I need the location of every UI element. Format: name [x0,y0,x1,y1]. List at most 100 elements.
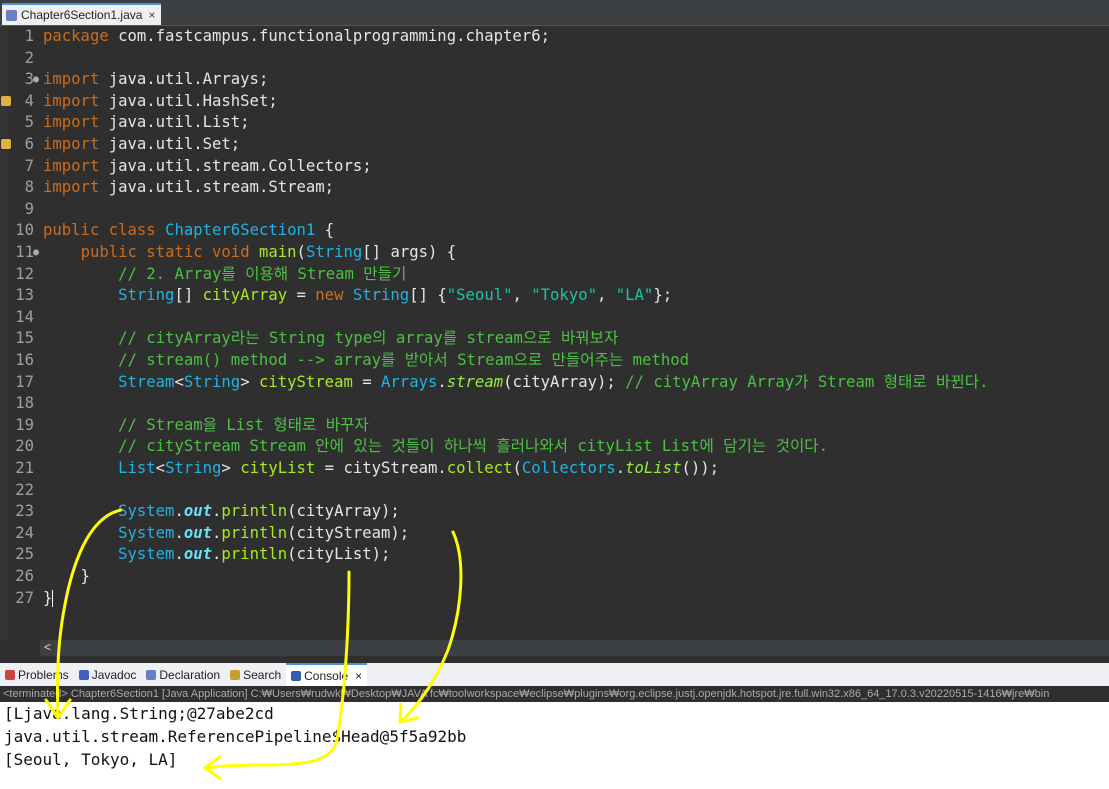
code-line[interactable]: 2 [0,48,1109,70]
line-number: 6 [24,135,34,153]
code-line[interactable]: 20 // cityStream Stream 안에 있는 것들이 하나씩 흘러… [0,436,1109,458]
code-token: = [287,286,316,305]
close-icon[interactable]: × [355,669,362,683]
code-token: java.util.stream.Collectors; [99,156,372,175]
code-line[interactable]: 3 ● import java.util.Arrays; [0,69,1109,91]
scroll-left-icon[interactable]: < [44,640,51,654]
code-token: System [118,545,175,564]
code-token: println [221,545,288,564]
code-token: String [118,286,175,305]
code-line[interactable]: 17 Stream<String> cityStream = Arrays.st… [0,372,1109,394]
code-line[interactable]: 16 // stream() method --> array를 받아서 Str… [0,350,1109,372]
code-token: String [165,459,222,477]
code-text: // cityArray라는 String type의 array를 strea… [43,328,618,350]
line-number: 14 [15,307,34,326]
code-line[interactable]: 1 package com.fastcampus.functionalprogra… [0,26,1109,48]
code-line[interactable]: 24 System.out.println(cityStream); [0,523,1109,545]
code-token: (cityList); [287,545,391,564]
code-line[interactable]: 15 // cityArray라는 String type의 array를 st… [0,328,1109,350]
code-line[interactable]: 12 // 2. Array를 이용해 Stream 만들기 [0,264,1109,286]
tab-console[interactable]: Console × [286,663,368,686]
code-token: java.util.stream.Stream; [99,178,335,197]
code-token: String [305,243,363,261]
tab-javadoc[interactable]: Javadoc [74,663,142,686]
code-token: . [615,459,626,477]
code-token: java.util.Arrays; [99,70,269,89]
code-text: import java.util.Set; [43,134,240,156]
tab-label: Search [243,667,282,682]
line-number: 7 [24,156,34,175]
line-number: 20 [15,437,34,456]
line-number: 15 [15,329,34,348]
code-token: println [221,502,288,521]
line-number: 9 [24,199,34,218]
code-token: cityList [240,459,316,477]
code-token: . [174,545,184,564]
code-editor[interactable]: 1 package com.fastcampus.functionalprogra… [0,26,1109,640]
tab-search[interactable]: Search [225,663,286,686]
code-token: Collectors [521,459,616,477]
code-token: (cityStream); [287,523,410,542]
code-line[interactable]: 9 [0,199,1109,221]
close-icon[interactable]: × [148,8,155,22]
code-token: void [212,243,250,261]
line-number: 8 [24,178,34,197]
code-line[interactable]: 23 System.out.println(cityArray); [0,501,1109,523]
code-line[interactable]: 21 List<String> cityList = cityStream.co… [0,458,1109,480]
warning-icon[interactable] [1,95,11,106]
code-line[interactable]: 6 import java.util.Set; [0,134,1109,156]
code-line[interactable]: 4 import java.util.HashSet; [0,91,1109,113]
code-line[interactable]: 5 import java.util.List; [0,112,1109,134]
code-token: // stream() method --> array를 받아서 Stream… [118,351,690,369]
horizontal-scrollbar[interactable]: < [40,640,1109,656]
code-line[interactable]: 7 import java.util.stream.Collectors; [0,156,1109,178]
tab-problems[interactable]: Problems [0,663,74,686]
editor-tab-chapter6section1[interactable]: Chapter6Section1.java × [2,3,162,25]
code-token: out [183,523,213,542]
code-line[interactable]: 22 [0,480,1109,502]
code-line[interactable]: 11 ● public static void main(String[] arg… [0,242,1109,264]
code-token: // cityArray라는 String type의 array를 strea… [118,329,619,348]
code-token: java.util.List; [99,113,250,132]
code-line[interactable]: 27} [0,588,1109,610]
code-token: = [352,372,382,391]
fold-toggle-icon[interactable]: ● [33,69,39,91]
code-token: import [43,113,100,132]
code-token: import [43,135,100,153]
code-token: cityStream [258,372,353,391]
code-token: "Tokyo" [531,286,597,305]
console-output[interactable]: [Ljava.lang.String;@27abe2cd java.util.st… [0,702,1109,789]
line-number: 19 [15,415,34,434]
code-line[interactable]: 8 import java.util.stream.Stream; [0,177,1109,199]
code-text: Stream<String> cityStream = Arrays.strea… [43,372,988,394]
code-token: import [43,70,100,89]
code-token: new [315,286,344,305]
code-token: Stream [118,372,175,391]
console-line: [Seoul, Tokyo, LA] [4,750,178,769]
warning-icon[interactable] [1,139,11,149]
bottom-panel-tabs: Problems Javadoc Declaration Search Console × [0,663,1109,686]
code-line[interactable]: 13 String[] cityArray = new String[] {"S… [0,285,1109,307]
code-line[interactable]: 25 System.out.println(cityList); [0,544,1109,566]
console-line: java.util.stream.ReferencePipeline$Head@… [4,727,467,746]
line-number: 18 [15,394,34,413]
code-text: String[] cityArray = new String[] {"Seou… [43,285,672,307]
line-number: 22 [15,480,34,499]
code-line[interactable]: 19 // Stream을 List 형태로 바꾸자 [0,415,1109,437]
code-line[interactable]: 26 } [0,566,1109,588]
fold-toggle-icon[interactable]: ● [33,242,39,264]
code-token: println [221,523,288,542]
code-token: . [212,545,222,564]
code-line[interactable]: 18 [0,393,1109,415]
code-line[interactable]: 14 [0,307,1109,329]
tab-declaration[interactable]: Declaration [141,663,225,686]
code-token: (cityArray); [287,502,400,521]
code-line[interactable]: 10 public class Chapter6Section1 { [0,220,1109,242]
